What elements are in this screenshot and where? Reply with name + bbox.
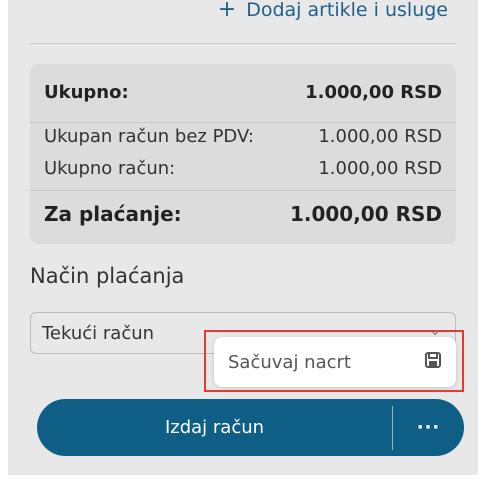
divider [30,43,456,44]
total-value: 1.000,00 RSD [305,82,442,103]
invoice-total-value: 1.000,00 RSD [318,158,442,179]
invoice-total-label: Ukupno račun: [44,158,176,179]
issue-invoice-button[interactable]: Izdaj račun [37,417,392,438]
payment-method-value: Tekući račun [42,322,155,344]
total-label: Ukupno: [44,82,129,103]
total-row: Ukupno: 1.000,00 RSD [44,82,442,103]
without-vat-row: Ukupan račun bez PDV: 1.000,00 RSD [44,126,442,147]
to-pay-value: 1.000,00 RSD [289,202,442,226]
form-panel: + Dodaj artikle i usluge Ukupno: 1.000,0… [8,0,478,475]
to-pay-label: Za plaćanje: [44,202,182,226]
to-pay-row: Za plaćanje: 1.000,00 RSD [44,202,442,226]
plus-icon: + [217,0,237,22]
add-items-label: Dodaj artikle i usluge [246,0,448,21]
without-vat-value: 1.000,00 RSD [318,126,442,147]
invoice-total-row: Ukupno račun: 1.000,00 RSD [44,158,442,179]
issue-invoice-button-group: Izdaj račun ··· [37,399,464,456]
payment-method-title: Način plaćanja [30,264,185,288]
more-options-button[interactable]: ··· [393,417,464,438]
selection-highlight [204,330,464,392]
summary-divider [30,190,456,191]
add-items-link[interactable]: + Dodaj artikle i usluge [217,0,448,22]
without-vat-label: Ukupan račun bez PDV: [44,126,254,147]
totals-summary: Ukupno: 1.000,00 RSD Ukupan račun bez PD… [30,64,456,244]
summary-divider [30,122,456,123]
